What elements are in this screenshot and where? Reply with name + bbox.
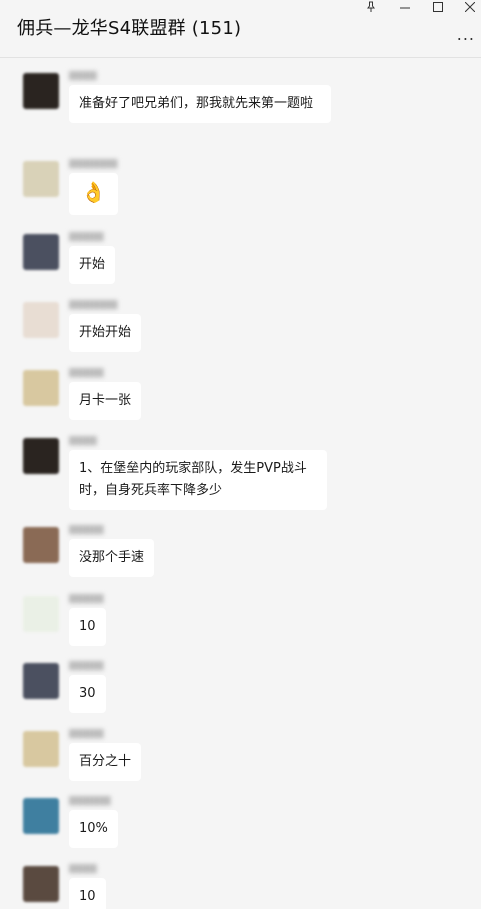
- avatar[interactable]: [23, 527, 59, 563]
- message-bubble[interactable]: 30: [69, 675, 106, 713]
- message-bubble[interactable]: 月卡一张: [69, 382, 142, 420]
- sender-name: ▇▇▇▇▇: [69, 368, 104, 378]
- message-bubble[interactable]: 开始: [69, 246, 116, 284]
- sender-name: ▇▇▇▇▇: [69, 661, 104, 671]
- message-bubble[interactable]: 10%: [69, 810, 118, 848]
- title-bar: 佣兵—龙华S4联盟群 (151) ...: [0, 0, 481, 58]
- pin-icon[interactable]: [359, 0, 383, 14]
- sender-name: ▇▇▇▇▇: [69, 594, 104, 604]
- avatar[interactable]: [23, 161, 59, 197]
- sender-name: ▇▇▇▇▇: [69, 729, 104, 739]
- avatar[interactable]: [23, 731, 59, 767]
- avatar[interactable]: [23, 370, 59, 406]
- message-bubble[interactable]: 1、在堡垒内的玩家部队，发生PVP战斗时，自身死兵率下降多少: [69, 450, 327, 510]
- sender-name: ▇▇▇▇▇▇▇: [69, 159, 118, 169]
- avatar[interactable]: [23, 798, 59, 834]
- message-bubble[interactable]: 👌: [69, 173, 118, 215]
- message-list[interactable]: ▇▇▇▇ 准备好了吧兄弟们，那我就先来第一题啦 ▇▇▇▇▇▇▇ 👌 ▇▇▇▇▇ …: [0, 58, 481, 909]
- avatar[interactable]: [23, 866, 59, 902]
- sender-name: ▇▇▇▇: [69, 71, 97, 81]
- sender-name: ▇▇▇▇▇: [69, 232, 104, 242]
- message-bubble[interactable]: 开始开始: [69, 314, 142, 352]
- avatar[interactable]: [23, 438, 59, 474]
- message-bubble[interactable]: 10: [69, 608, 106, 646]
- avatar[interactable]: [23, 73, 59, 109]
- avatar[interactable]: [23, 234, 59, 270]
- sender-name: ▇▇▇▇: [69, 436, 97, 446]
- avatar[interactable]: [23, 302, 59, 338]
- ok-hand-emoji: 👌: [81, 180, 106, 204]
- message-bubble[interactable]: 10: [69, 878, 106, 909]
- minimize-icon[interactable]: [393, 0, 417, 14]
- message-bubble[interactable]: 没那个手速: [69, 539, 155, 577]
- sender-name: ▇▇▇▇▇: [69, 525, 104, 535]
- avatar[interactable]: [23, 596, 59, 632]
- avatar[interactable]: [23, 663, 59, 699]
- sender-name: ▇▇▇▇: [69, 864, 97, 874]
- message-bubble[interactable]: 百分之十: [69, 743, 142, 781]
- chat-title: 佣兵—龙华S4联盟群 (151): [17, 18, 242, 39]
- sender-name: ▇▇▇▇▇▇▇: [69, 300, 118, 310]
- more-options-icon[interactable]: ...: [457, 25, 475, 44]
- message-bubble[interactable]: 准备好了吧兄弟们，那我就先来第一题啦: [69, 85, 331, 123]
- sender-name: ▇▇▇▇▇▇: [69, 796, 111, 806]
- close-icon[interactable]: [458, 0, 481, 14]
- maximize-icon[interactable]: [426, 0, 450, 14]
